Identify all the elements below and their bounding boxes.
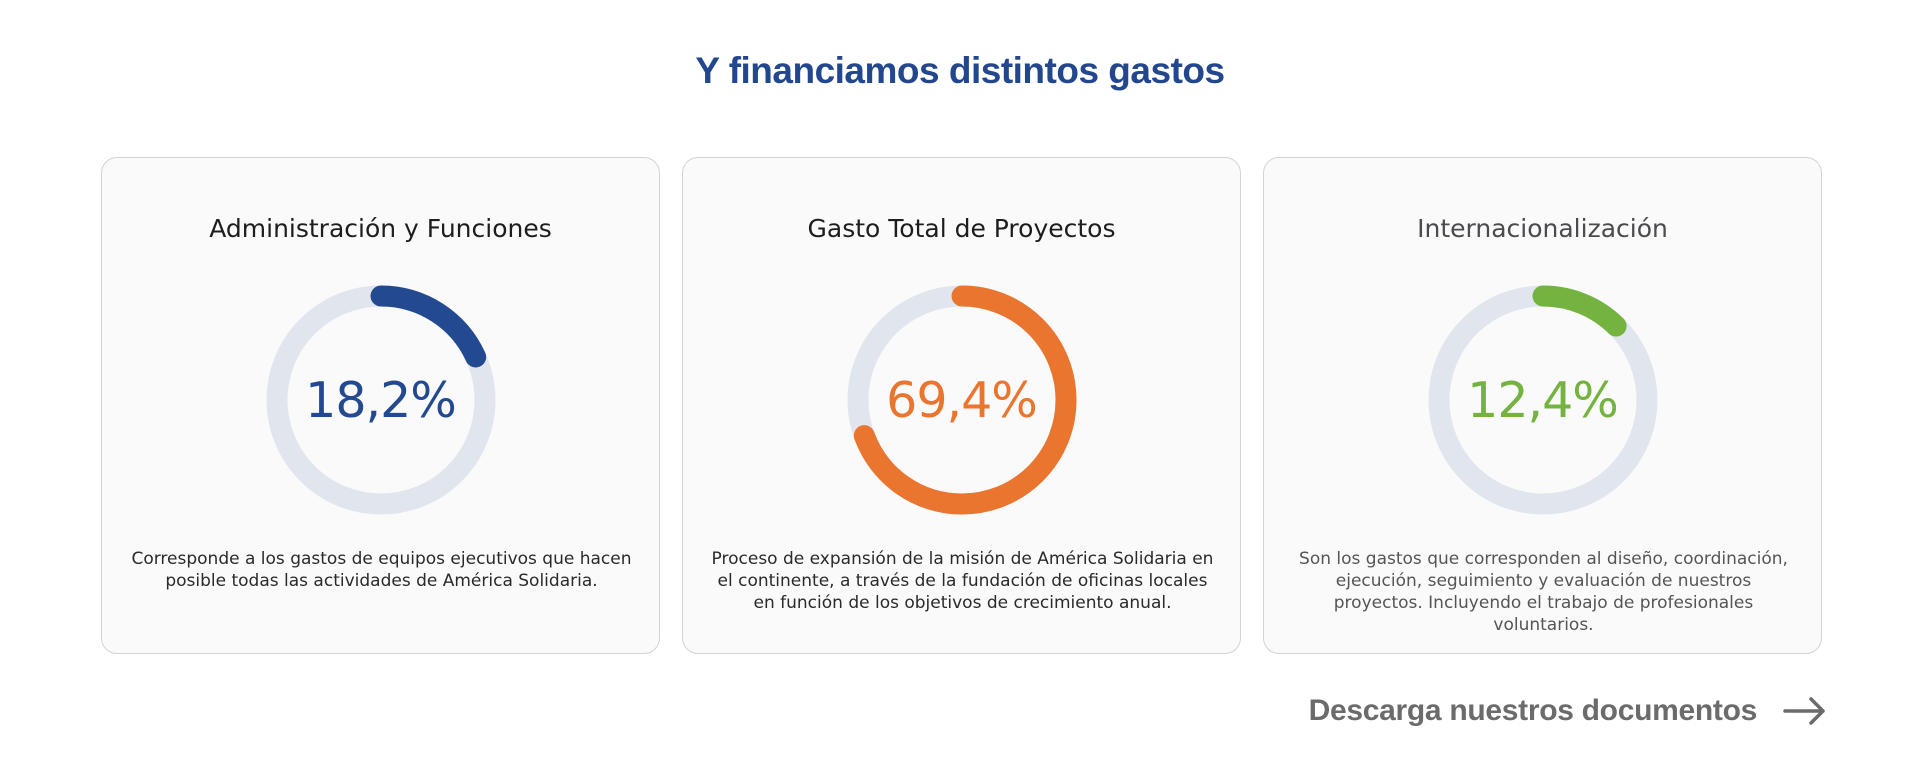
card-description: Son los gastos que corresponden al diseñ… xyxy=(1299,549,1788,635)
donut-value: 12,4% xyxy=(1467,371,1619,429)
card-title: Gasto Total de Proyectos xyxy=(807,214,1116,243)
card-description: Corresponde a los gastos de equipos ejec… xyxy=(131,549,632,591)
donut-chart: 18,2% xyxy=(263,282,499,518)
donut-chart: 12,4% xyxy=(1425,282,1661,518)
section-title: Y financiamos distintos gastos xyxy=(695,50,1225,91)
page: Y financiamos distintos gastos Administr… xyxy=(0,0,1920,770)
card-title: Administración y Funciones xyxy=(209,214,552,243)
download-documents-link[interactable]: Descarga nuestros documentos xyxy=(1309,694,1827,728)
expense-cards: Administración y Funciones 18,2% Corresp… xyxy=(101,157,1829,654)
donut-value: 18,2% xyxy=(305,371,457,429)
card-title: Internacionalización xyxy=(1417,214,1668,243)
card-description: Proceso de expansión de la misión de Amé… xyxy=(711,549,1214,613)
expense-card-administracion: Administración y Funciones 18,2% Corresp… xyxy=(101,157,660,654)
donut-value: 69,4% xyxy=(886,371,1038,429)
expense-card-internacionalizacion: Internacionalización 12,4% Son los gasto… xyxy=(1263,157,1822,654)
expense-card-proyectos: Gasto Total de Proyectos 69,4% Proceso d… xyxy=(682,157,1241,654)
download-label: Descarga nuestros documentos xyxy=(1308,694,1758,727)
donut-chart: 69,4% xyxy=(844,282,1080,518)
arrow-right-icon xyxy=(1783,697,1825,725)
